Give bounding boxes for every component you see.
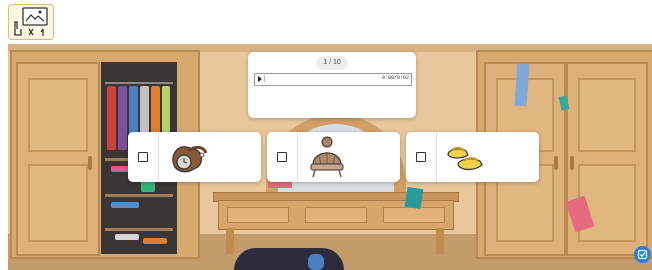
submit-check-button[interactable]: [634, 246, 651, 263]
vanity-leg-right: [436, 228, 444, 254]
card-divider: [436, 132, 437, 182]
option-checkbox[interactable]: [138, 152, 148, 162]
option-checkbox[interactable]: [277, 152, 287, 162]
option-checkbox[interactable]: [416, 152, 426, 162]
scattered-paper: [404, 186, 424, 210]
audio-player[interactable]: 0:00/0:02: [254, 73, 412, 86]
top-toolbar: [0, 0, 652, 44]
answer-option-watch[interactable]: [128, 132, 261, 182]
card-divider: [297, 132, 298, 182]
vanity-leg-left: [226, 228, 234, 254]
drag-and-drop-icon: [14, 7, 48, 36]
floor-clothes-pile: [234, 248, 344, 270]
question-counter: 1 / 10: [316, 56, 348, 70]
audio-question-panel: 1 / 10 0:00/0:02: [248, 52, 416, 118]
play-icon[interactable]: [256, 75, 265, 82]
watch-icon: [172, 145, 208, 173]
check-icon: [637, 249, 648, 260]
answer-option-slippers[interactable]: [406, 132, 539, 182]
answer-option-winter-hat[interactable]: [267, 132, 400, 182]
drag-and-drop-mode-button[interactable]: [8, 4, 54, 40]
scattered-paper: [268, 182, 292, 188]
left-wardrobe-door: [16, 62, 100, 256]
slippers-icon: [447, 146, 483, 171]
card-divider: [158, 132, 159, 182]
winter-hat-icon: [310, 136, 344, 178]
floor-clothes-pile: [308, 254, 324, 270]
audio-time: 0:00/0:02: [381, 75, 409, 81]
